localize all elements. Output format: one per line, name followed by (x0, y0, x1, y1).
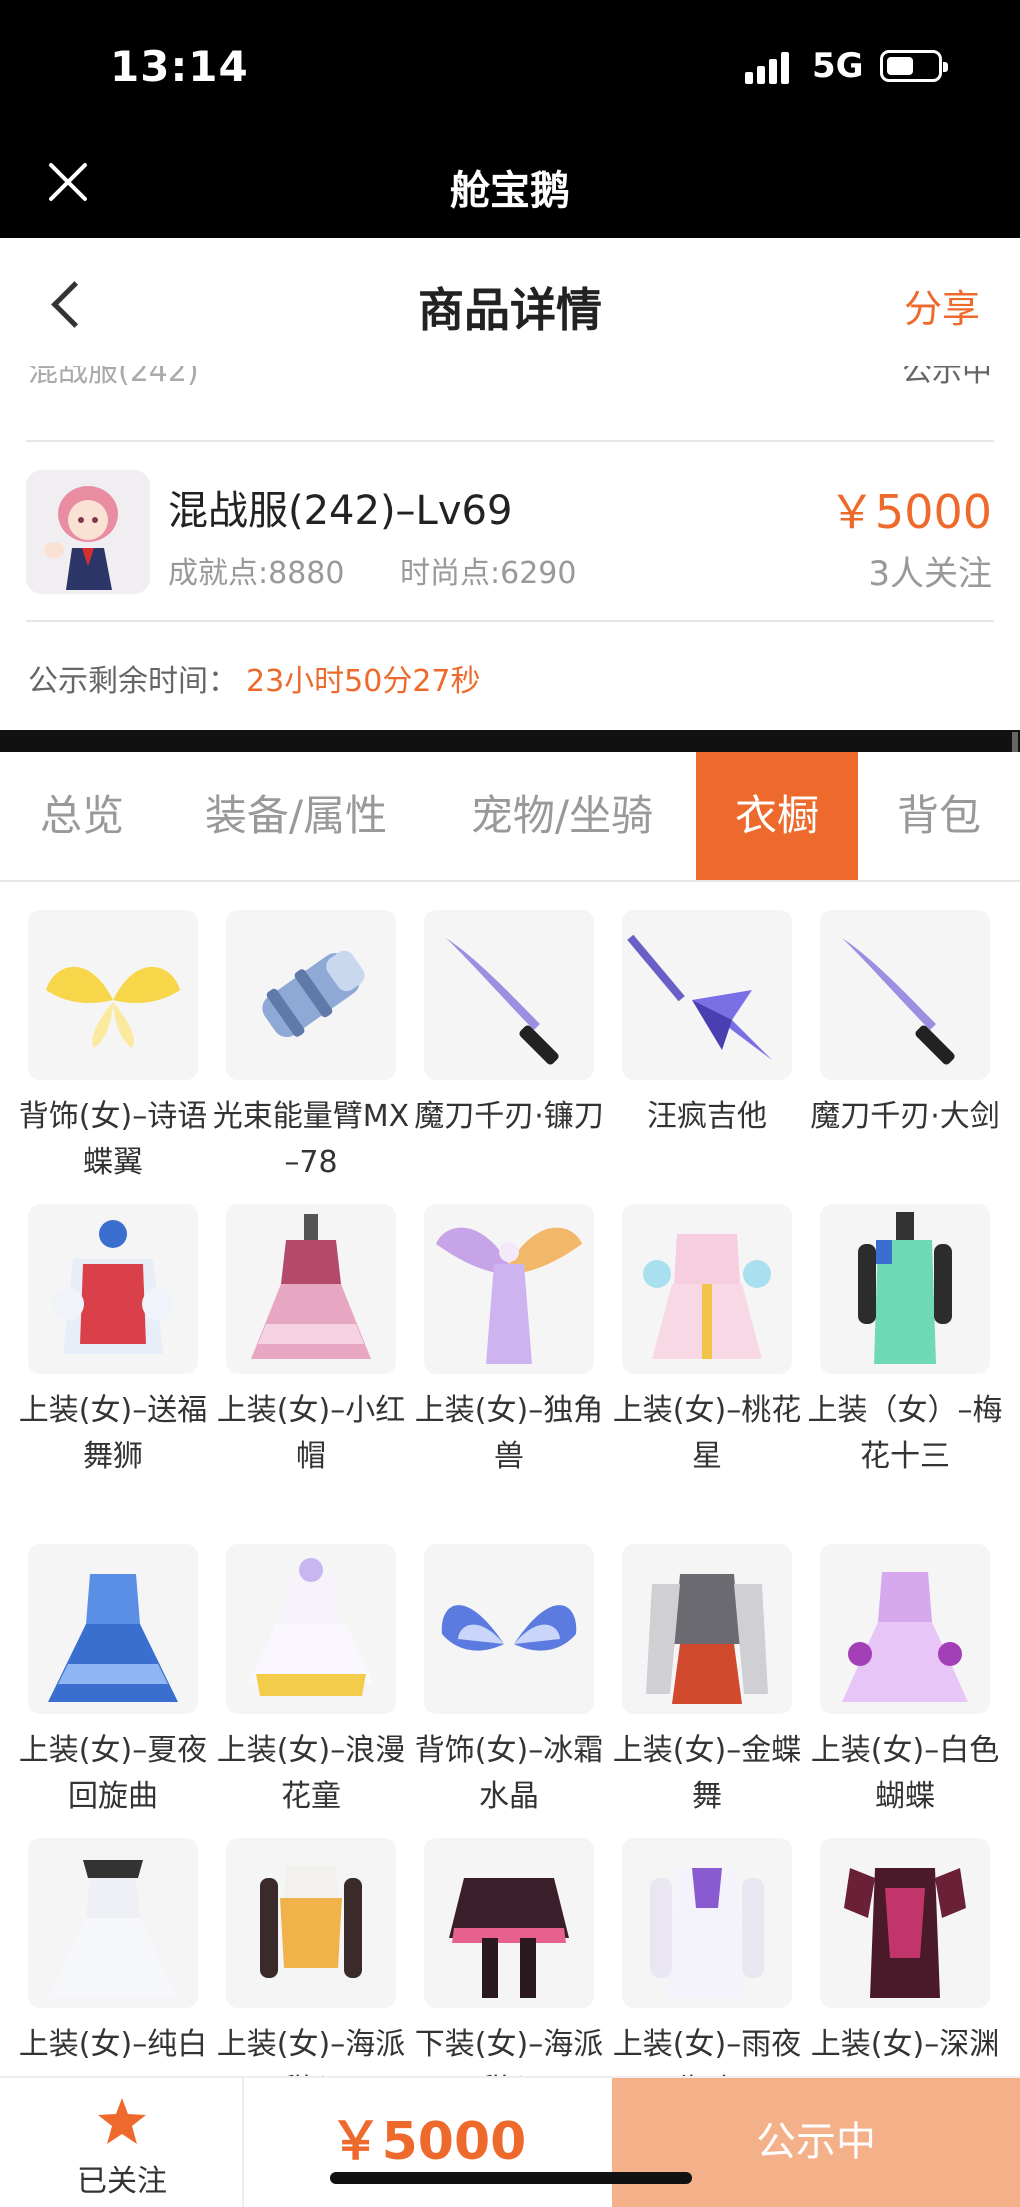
network-label: 5G (812, 46, 864, 86)
wardrobe-grid: 背饰(女)–诗语蝶翼 光束能量臂MX–78 魔刀千刃·镰刀 汪疯吉他 魔刀千刃·… (0, 884, 1020, 2076)
remaining-time-value: 23小时50分27秒 (246, 664, 481, 699)
sword-icon (424, 910, 594, 1080)
dress-icon (226, 1544, 396, 1714)
item-label: 上装（女）–梅花十三 (807, 1393, 1003, 1474)
item-label: 上装(女)–金蝶舞 (612, 1733, 802, 1814)
section-separator (0, 730, 1020, 752)
item-label: 上装(女)–海派甜心 (216, 2027, 406, 2076)
remaining-time-label: 公示剩余时间： (28, 664, 238, 699)
item-label: 上装(女)–小红帽 (216, 1393, 406, 1474)
item-label: 魔刀千刃·镰刀 (414, 1099, 604, 1134)
follow-label: 已关注 (77, 2164, 167, 2199)
server-label: 混战服(242) (28, 366, 199, 389)
outfit-icon (622, 1204, 792, 1374)
outfit-icon (622, 1544, 792, 1714)
tab-overview[interactable]: 总览 (0, 752, 164, 880)
item-label: 上装(女)–独角兽 (414, 1393, 604, 1474)
fashion-points: 时尚点:6290 (400, 556, 577, 591)
gown-icon (28, 1544, 198, 1714)
skirt-icon (424, 1838, 594, 2008)
item-label: 上装(女)–桃花星 (612, 1393, 802, 1474)
armor-icon (820, 1838, 990, 2008)
item-label: 背饰(女)–诗语蝶翼 (18, 1099, 208, 1180)
item-label: 魔刀千刃·大剑 (810, 1099, 1000, 1134)
coat-icon (622, 1838, 792, 2008)
bottom-price: ￥5000 (329, 2112, 527, 2172)
follow-button[interactable]: 已关注 (0, 2078, 244, 2207)
dress-icon (226, 1204, 396, 1374)
tab-wardrobe[interactable]: 衣橱 (696, 752, 858, 880)
winged-dress-icon (424, 1204, 594, 1374)
white-gown-icon (28, 1838, 198, 2008)
mini-program-bar: 舱宝鹅 (0, 130, 1020, 238)
page-title: 商品详情 (418, 283, 602, 337)
mini-program-title: 舱宝鹅 (450, 168, 570, 214)
energy-arm-icon (226, 910, 396, 1080)
clock: 13:14 (110, 42, 249, 91)
tab-pets[interactable]: 宠物/坐骑 (428, 752, 696, 880)
tab-bar: 总览 装备/属性 宠物/坐骑 衣橱 背包 (0, 752, 1020, 882)
item-label: 汪疯吉他 (647, 1099, 767, 1134)
battery-icon (880, 50, 948, 82)
home-indicator (330, 2172, 692, 2184)
divider (26, 620, 994, 622)
followers-count: 3人关注 (868, 554, 992, 594)
item-label: 光束能量臂MX–78 (212, 1099, 410, 1180)
share-button[interactable]: 分享 (904, 278, 980, 333)
star-icon (96, 2096, 148, 2146)
item-label: 下装(女)–海派甜心 (414, 2027, 604, 2076)
item-label: 上装(女)–夏夜回旋曲 (18, 1733, 208, 1814)
tab-equipment[interactable]: 装备/属性 (164, 752, 428, 880)
tab-bag[interactable]: 背包 (858, 752, 1020, 880)
outfit-icon (28, 1204, 198, 1374)
bottom-action-bar: 已关注 ￥5000 公示中 (0, 2076, 1020, 2207)
item-label: 上装(女)–雨夜街头 (612, 2027, 802, 2076)
character-avatar (26, 470, 150, 594)
item-label: 上装(女)–浪漫花童 (216, 1733, 406, 1814)
item-label: 背饰(女)–冰霜水晶 (414, 1733, 604, 1814)
signal-icon (745, 52, 791, 84)
divider (26, 440, 994, 442)
status-button[interactable]: 公示中 (612, 2078, 1020, 2207)
sword-icon (820, 910, 990, 1080)
guitar-icon (622, 910, 792, 1080)
item-label: 上装(女)–送福舞狮 (18, 1393, 208, 1474)
ice-wings-icon (424, 1544, 594, 1714)
status-label: 公示中 (902, 366, 992, 389)
page-header: 商品详情 分享 (0, 238, 1020, 366)
item-label: 上装(女)–深渊taboo (810, 2027, 1000, 2076)
butterfly-wings-icon (28, 910, 198, 1080)
qipao-icon (820, 1204, 990, 1374)
item-label: 上装(女)–纯白 (18, 2027, 208, 2062)
outfit-icon (226, 1838, 396, 2008)
product-price: ￥5000 (828, 485, 992, 539)
status-bar: 13:14 5G (0, 0, 1020, 130)
scrolled-header-row: 混战服(242) 公示中 (0, 366, 1020, 398)
product-name: 混战服(242)–Lv69 (168, 488, 513, 534)
item-label: 上装(女)–白色蝴蝶 (810, 1733, 1000, 1814)
achievement-points: 成就点:8880 (168, 556, 345, 591)
gown-icon (820, 1544, 990, 1714)
